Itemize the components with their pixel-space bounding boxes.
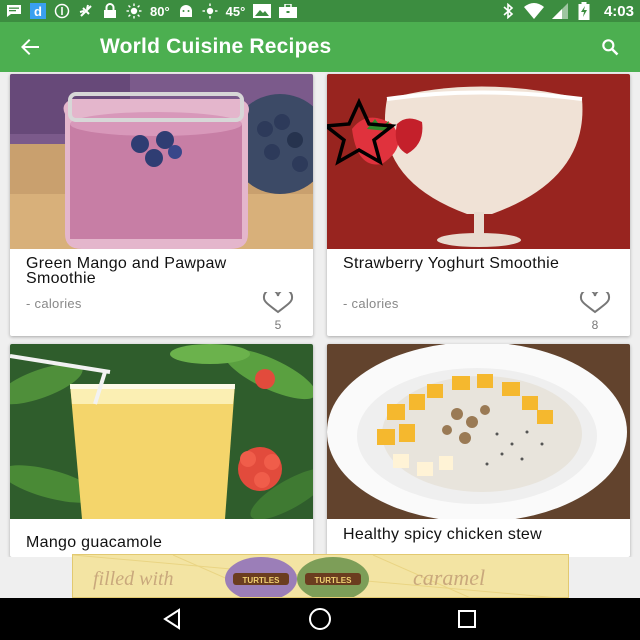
back-triangle-icon	[163, 608, 181, 630]
recipe-image-bowl	[327, 344, 630, 519]
wifi-icon	[523, 3, 544, 19]
status-bar-notifications: d 80° 45°	[6, 3, 298, 19]
recipe-image-smoothie	[10, 74, 313, 249]
recipe-title: Healthy spicy chicken stew	[343, 526, 542, 543]
d-app-icon: d	[30, 3, 46, 19]
bluetooth-icon	[500, 3, 516, 19]
sun-icon	[202, 3, 218, 19]
recipe-card[interactable]: Healthy spicy chicken stew	[327, 344, 630, 557]
ad-brand-left: TURTLES	[243, 576, 281, 585]
recents-square-icon	[457, 610, 476, 628]
battery-charging-icon	[576, 2, 592, 20]
ad-text-left: filled with	[93, 568, 174, 590]
ad-text-right: caramel	[413, 565, 485, 590]
favorite-count: 8	[591, 318, 599, 332]
favorite-button[interactable]: 8	[578, 288, 612, 332]
recipe-title: Mango guacamole	[26, 534, 163, 551]
nav-back-button[interactable]	[153, 599, 193, 639]
clock: 4:03	[603, 2, 634, 20]
recipe-calories: - calories	[343, 296, 399, 311]
lock-icon	[102, 3, 118, 19]
ad-brand-right: TURTLES	[315, 576, 353, 585]
recipe-title: Strawberry Yoghurt Smoothie	[343, 255, 560, 272]
navigation-bar	[0, 598, 640, 640]
recipe-title: Green Mango and Pawpaw Smoothie	[26, 255, 227, 287]
recipe-card[interactable]: Mango guacamole	[10, 344, 313, 557]
sun-icon	[126, 3, 142, 19]
status-bar-system: 4:03	[500, 2, 634, 20]
usb-icon	[78, 3, 94, 19]
briefcase-icon	[279, 3, 298, 19]
ad-banner[interactable]: TURTLES TURTLES filled with caramel	[72, 554, 569, 598]
favorite-count: 5	[274, 318, 282, 332]
favorite-button[interactable]: 5	[261, 288, 295, 332]
page-title: World Cuisine Recipes	[100, 35, 332, 58]
nav-home-button[interactable]	[300, 599, 340, 639]
search-button[interactable]	[596, 33, 624, 61]
recipe-image-juice	[10, 344, 313, 519]
back-button[interactable]	[16, 33, 44, 61]
arrow-back-icon	[21, 39, 39, 55]
app-bar: World Cuisine Recipes	[0, 22, 640, 72]
heart-icon	[579, 288, 611, 314]
nav-recents-button[interactable]	[447, 599, 487, 639]
signal-icon	[551, 3, 568, 19]
heart-icon	[262, 288, 294, 314]
recipe-card[interactable]: Strawberry Yoghurt Smoothie - calories 8	[327, 74, 630, 336]
temperature-2: 45°	[225, 3, 246, 19]
temperature-1: 80°	[150, 3, 170, 19]
message-icon	[6, 3, 22, 19]
compass-icon	[54, 3, 70, 19]
search-icon	[602, 39, 619, 56]
android-icon	[178, 3, 194, 19]
recipe-card[interactable]: Green Mango and Pawpaw Smoothie - calori…	[10, 74, 313, 336]
status-bar: d 80° 45° 4:03	[0, 0, 640, 22]
recipe-calories: - calories	[26, 296, 82, 311]
home-circle-icon	[308, 608, 331, 630]
recipe-image-strawberry	[327, 74, 630, 249]
svg-text:d: d	[34, 4, 42, 19]
image-icon	[253, 3, 272, 19]
star-icon[interactable]	[327, 98, 439, 168]
recipe-grid: Green Mango and Pawpaw Smoothie - calori…	[0, 72, 640, 557]
